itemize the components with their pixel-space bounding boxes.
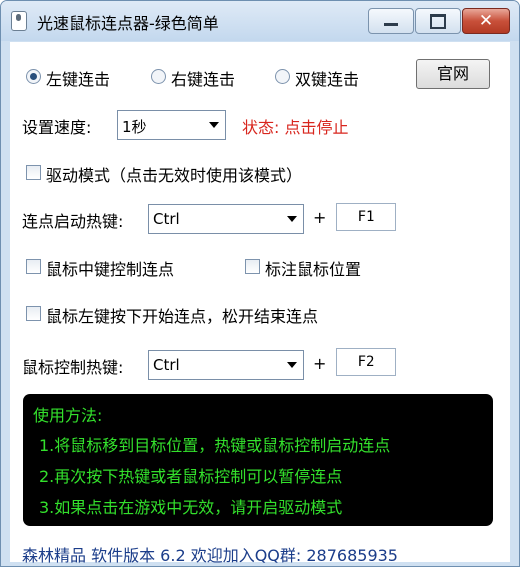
checkbox-box — [26, 165, 41, 180]
usage-line: 2.再次按下热键或者鼠标控制可以暂停连点 — [39, 467, 343, 486]
chevron-down-icon — [287, 216, 297, 222]
start-hotkey-key-field[interactable]: F1 — [336, 203, 396, 231]
title-bar[interactable]: 光速鼠标连点器-绿色简单 ✕ — [1, 1, 519, 41]
speed-value: 1秒 — [122, 118, 147, 136]
usage-line: 1.将鼠标移到目标位置，热键或鼠标控制启动连点 — [39, 436, 391, 455]
status-text: 状态: 点击停止 — [242, 118, 349, 137]
app-window: 光速鼠标连点器-绿色简单 ✕ 左键连击 右键连击 双键连击 官网 设置速度: 1… — [0, 0, 520, 567]
website-button[interactable]: 官网 — [416, 59, 490, 89]
radio-indicator — [275, 69, 290, 84]
mouse-control-modifier-select[interactable]: Ctrl — [148, 350, 304, 380]
start-hotkey-label: 连点启动热键: — [22, 212, 124, 231]
usage-instructions-panel: 使用方法: 1.将鼠标移到目标位置，热键或鼠标控制启动连点 2.再次按下热键或者… — [23, 394, 493, 526]
minimize-icon — [384, 23, 398, 26]
footer-version-info: 森林精品 软件版本 6.2 欢迎加入QQ群: 287685935 — [22, 546, 398, 565]
close-icon: ✕ — [478, 11, 494, 31]
radio-indicator — [151, 69, 166, 84]
mouse-control-key-field[interactable]: F2 — [336, 348, 396, 376]
radio-label: 双键连击 — [295, 70, 360, 89]
plus-sign: + — [313, 208, 327, 227]
checkbox-box — [245, 259, 260, 274]
minimize-button[interactable] — [368, 8, 414, 34]
mouse-control-hotkey-label: 鼠标控制热键: — [22, 358, 124, 377]
maximize-icon — [430, 14, 446, 29]
speed-label: 设置速度: — [22, 118, 92, 137]
chevron-down-icon — [209, 122, 219, 128]
plus-sign: + — [313, 354, 327, 373]
modifier-value: Ctrl — [153, 210, 180, 228]
start-hotkey-modifier-select[interactable]: Ctrl — [148, 204, 304, 234]
checkbox-box — [26, 259, 41, 274]
mouse-icon — [11, 11, 27, 31]
main-panel: 左键连击 右键连击 双键连击 官网 设置速度: 1秒 状态: 点击停止 驱动模式… — [10, 42, 510, 565]
checkbox-label: 驱动模式（点击无效时使用该模式） — [46, 166, 303, 185]
checkbox-box — [26, 306, 41, 321]
maximize-button[interactable] — [415, 8, 461, 34]
close-button[interactable]: ✕ — [462, 8, 510, 34]
checkbox-label: 鼠标左键按下开始连点，松开结束连点 — [46, 307, 319, 326]
checkbox-label: 标注鼠标位置 — [265, 260, 362, 279]
modifier-value: Ctrl — [153, 356, 180, 374]
checkbox-label: 鼠标中键控制连点 — [46, 260, 175, 279]
radio-indicator — [26, 69, 41, 84]
usage-line: 3.如果点击在游戏中无效，请开启驱动模式 — [39, 498, 343, 517]
chevron-down-icon — [287, 362, 297, 368]
radio-label: 右键连击 — [171, 70, 236, 89]
radio-label: 左键连击 — [46, 70, 111, 89]
usage-title: 使用方法: — [33, 406, 103, 425]
speed-select[interactable]: 1秒 — [117, 110, 226, 140]
window-title: 光速鼠标连点器-绿色简单 — [37, 14, 219, 33]
